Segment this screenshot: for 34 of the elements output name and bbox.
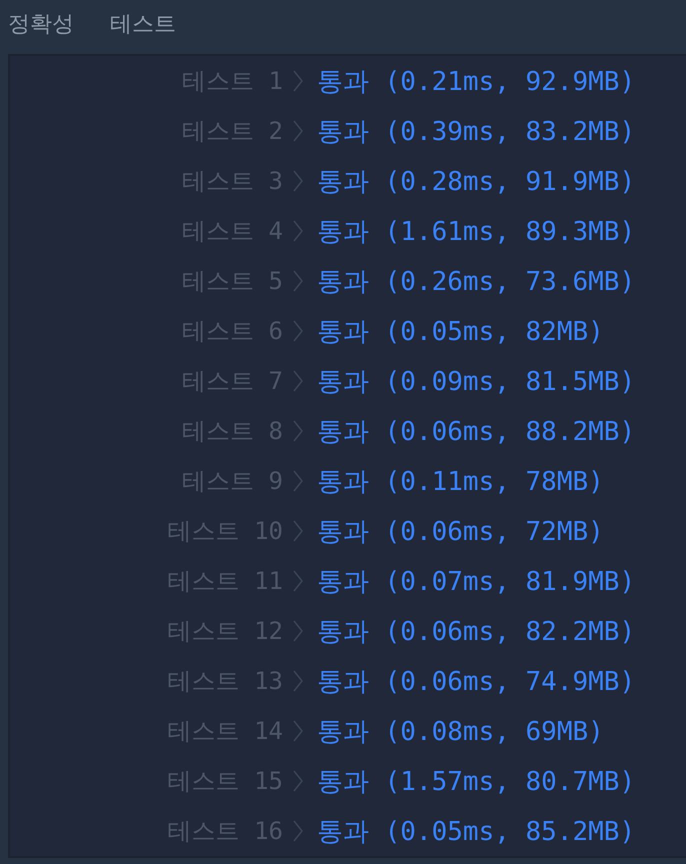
test-result: 통과 (0.05ms, 85.2MB) xyxy=(317,816,636,848)
chevron-icon xyxy=(293,120,303,142)
section-subtitle: 테스트 xyxy=(110,11,176,39)
chevron-icon xyxy=(293,520,303,542)
test-result: 통과 (0.39ms, 83.2MB) xyxy=(317,116,636,148)
test-result: 통과 (1.61ms, 89.3MB) xyxy=(317,216,636,248)
chevron-icon xyxy=(293,470,303,492)
test-result: 통과 (1.57ms, 80.7MB) xyxy=(317,766,636,798)
test-result: 통과 (0.06ms, 74.9MB) xyxy=(317,666,636,698)
chevron-icon xyxy=(293,170,303,192)
test-result: 통과 (0.05ms, 82MB) xyxy=(317,316,605,348)
chevron-icon xyxy=(293,670,303,692)
test-result: 통과 (0.07ms, 81.9MB) xyxy=(317,566,636,598)
chevron-icon xyxy=(293,720,303,742)
chevron-icon xyxy=(293,570,303,592)
test-result: 통과 (0.06ms, 72MB) xyxy=(317,516,605,548)
chevron-icon xyxy=(293,320,303,342)
chevron-icon xyxy=(293,420,303,442)
section-title: 정확성 xyxy=(8,11,74,39)
test-result: 통과 (0.28ms, 91.9MB) xyxy=(317,166,636,198)
test-result: 통과 (0.09ms, 81.5MB) xyxy=(317,366,636,398)
test-result: 통과 (0.06ms, 82.2MB) xyxy=(317,616,636,648)
chevron-icon xyxy=(293,820,303,842)
chevron-icon xyxy=(293,770,303,792)
test-result: 통과 (0.26ms, 73.6MB) xyxy=(317,266,636,298)
chevron-icon xyxy=(293,220,303,242)
chevron-icon xyxy=(293,620,303,642)
test-result: 통과 (0.11ms, 78MB) xyxy=(317,466,605,498)
chevron-icon xyxy=(293,70,303,92)
test-result: 통과 (0.08ms, 69MB) xyxy=(317,716,605,748)
chevron-icon xyxy=(293,270,303,292)
test-result: 통과 (0.21ms, 92.9MB) xyxy=(317,66,636,98)
test-result: 통과 (0.06ms, 88.2MB) xyxy=(317,416,636,448)
chevron-icon xyxy=(293,370,303,392)
